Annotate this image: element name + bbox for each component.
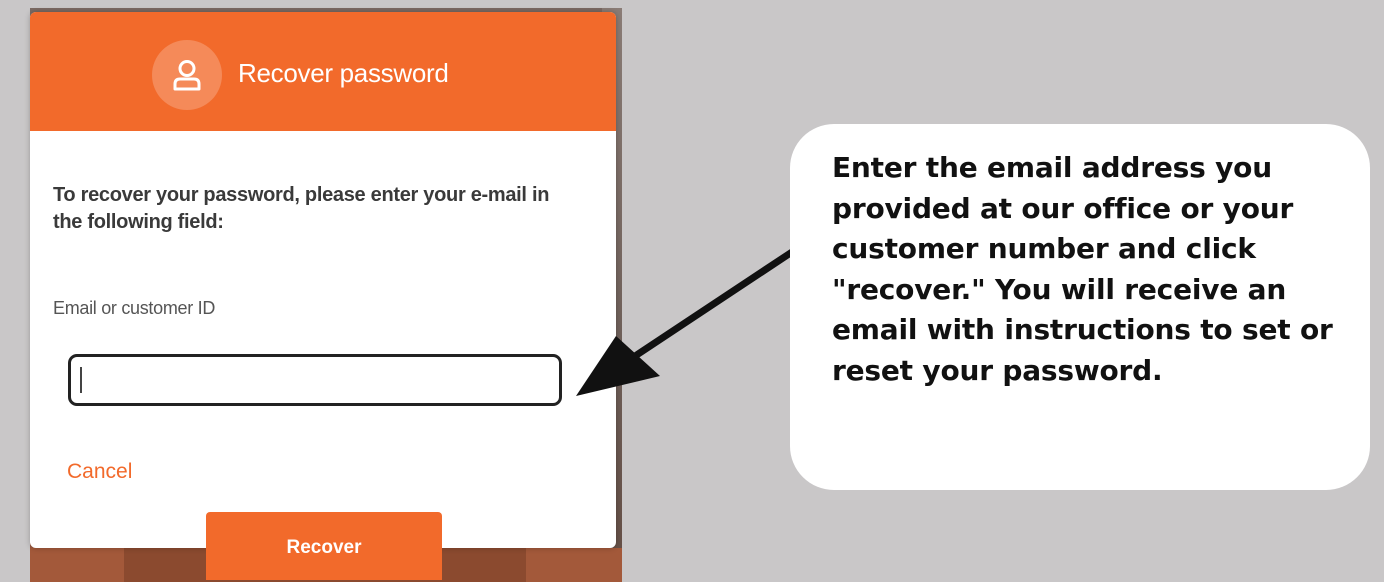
recover-button-label: Recover bbox=[286, 536, 362, 558]
pointer-arrow bbox=[576, 248, 796, 396]
instruction-callout: Enter the email address you provided at … bbox=[790, 124, 1370, 490]
recover-button[interactable]: Recover bbox=[206, 512, 442, 580]
modal-title: Recover password bbox=[238, 58, 449, 88]
email-field-label: Email or customer ID bbox=[53, 298, 216, 318]
user-icon bbox=[152, 40, 222, 110]
arrow-shaft bbox=[616, 248, 796, 370]
email-or-customer-id-input[interactable] bbox=[68, 354, 562, 406]
recover-password-modal: Recover password To recover your passwor… bbox=[30, 12, 616, 548]
text-cursor bbox=[80, 367, 82, 393]
user-icon-glyph bbox=[173, 60, 201, 91]
recover-instructions: To recover your password, please enter y… bbox=[53, 184, 550, 233]
cancel-link[interactable]: Cancel bbox=[67, 460, 132, 484]
callout-text: Enter the email address you provided at … bbox=[832, 151, 1333, 387]
modal-header: Recover password bbox=[30, 12, 616, 131]
